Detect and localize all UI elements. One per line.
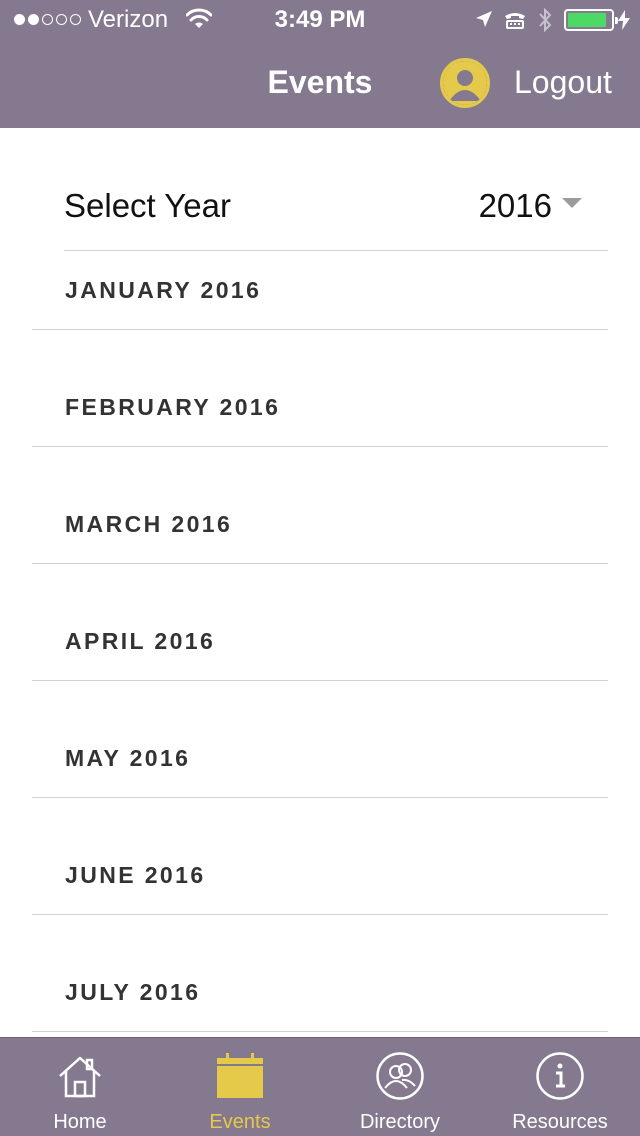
- month-row-may[interactable]: MAY 2016: [32, 681, 608, 798]
- people-icon: [376, 1052, 424, 1100]
- tab-label: Directory: [359, 1111, 440, 1133]
- info-icon: [536, 1052, 584, 1100]
- battery-icon: [564, 9, 618, 31]
- month-label: MARCH 2016: [65, 511, 233, 537]
- bluetooth-icon: [537, 7, 553, 38]
- month-label: JULY 2016: [65, 979, 201, 1005]
- tab-label: Events: [209, 1111, 271, 1133]
- month-row-march[interactable]: MARCH 2016: [32, 447, 608, 564]
- tab-label: Home: [53, 1111, 107, 1133]
- home-icon: [56, 1052, 104, 1100]
- tab-label: Resources: [512, 1111, 608, 1133]
- status-bar: Verizon 3:49 PM: [0, 0, 640, 40]
- month-label: JUNE 2016: [65, 862, 206, 888]
- divider: [32, 1031, 608, 1032]
- dropdown-caret-icon[interactable]: [562, 198, 582, 208]
- battery-level-fill: [568, 13, 606, 27]
- year-selector[interactable]: Select Year 2016: [64, 184, 608, 250]
- events-content: Select Year 2016 JANUARY 2016 FEBRUARY 2…: [0, 128, 640, 1037]
- tab-events[interactable]: Events: [160, 1038, 320, 1136]
- charging-bolt-icon: [618, 10, 630, 35]
- tab-directory[interactable]: Directory: [320, 1038, 480, 1136]
- user-avatar-icon[interactable]: [440, 58, 490, 108]
- year-selector-label: Select Year: [64, 187, 231, 224]
- logout-button[interactable]: Logout: [514, 64, 612, 101]
- year-selector-value[interactable]: 2016: [479, 187, 552, 225]
- month-row-july[interactable]: JULY 2016: [32, 915, 608, 1032]
- month-row-april[interactable]: APRIL 2016: [32, 564, 608, 681]
- tty-icon: [503, 10, 527, 35]
- location-arrow-icon: [474, 9, 494, 34]
- tab-resources[interactable]: Resources: [480, 1038, 640, 1136]
- tab-home[interactable]: Home: [0, 1038, 160, 1136]
- month-label: MAY 2016: [65, 745, 191, 771]
- calendar-icon: [216, 1052, 264, 1100]
- month-label: FEBRUARY 2016: [65, 394, 281, 420]
- month-label: APRIL 2016: [65, 628, 216, 654]
- month-row-february[interactable]: FEBRUARY 2016: [32, 330, 608, 447]
- month-label: JANUARY 2016: [65, 277, 262, 303]
- month-row-june[interactable]: JUNE 2016: [32, 798, 608, 915]
- top-bar: Verizon 3:49 PM Events Logout: [0, 0, 640, 128]
- tab-bar: Home Events Directory Resources: [0, 1037, 640, 1136]
